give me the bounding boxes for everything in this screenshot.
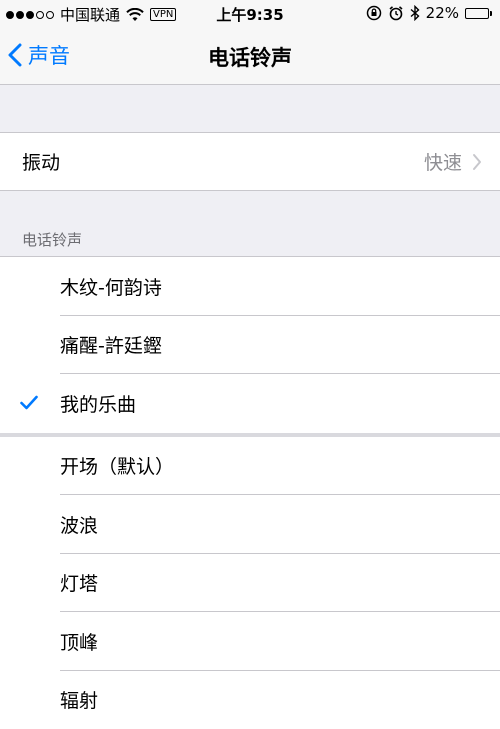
battery-icon [465, 8, 492, 19]
builtin-ringtones: 开场（默认） 波浪灯塔顶峰辐射 [0, 437, 500, 729]
ringtone-label: 木纹-何韵诗 [60, 273, 162, 300]
ringtone-label: 开场（默认） [60, 452, 174, 479]
ringtone-item[interactable]: 木纹-何韵诗 [0, 257, 500, 316]
section-header-ringtones: 电话铃声 [22, 229, 82, 250]
ringtone-item[interactable]: 灯塔 [0, 554, 500, 613]
ringtone-item[interactable]: 波浪 [0, 495, 500, 554]
status-left: 中国联通 VPN [6, 4, 176, 25]
vibration-value: 快速 [424, 148, 482, 175]
orientation-lock-icon [366, 5, 382, 21]
purchased-ringtones: 木纹-何韵诗痛醒-許廷鏗我的乐曲 [0, 257, 500, 433]
ringtone-label: 波浪 [60, 511, 98, 538]
signal-strength-icon [6, 11, 54, 19]
status-right: 22% [366, 4, 492, 22]
vibration-value-text: 快速 [424, 148, 462, 175]
vibration-row[interactable]: 振动 快速 [0, 132, 500, 191]
vpn-badge: VPN [150, 8, 176, 21]
ringtone-list: 木纹-何韵诗痛醒-許廷鏗我的乐曲 开场（默认） 波浪灯塔顶峰辐射 [0, 256, 500, 729]
ringtone-item[interactable]: 辐射 [0, 671, 500, 729]
checkmark-icon [20, 395, 38, 410]
page-title: 电话铃声 [0, 42, 500, 72]
battery-percentage: 22% [426, 4, 459, 22]
ringtone-item[interactable]: 顶峰 [0, 612, 500, 671]
alarm-icon [388, 5, 404, 21]
ringtone-label: 顶峰 [60, 628, 98, 655]
ringtone-label: 辐射 [60, 686, 98, 713]
ringtone-label: 灯塔 [60, 569, 98, 596]
ringtone-label: 我的乐曲 [60, 390, 136, 417]
status-bar: 中国联通 VPN 上午9:35 22% [0, 0, 500, 28]
vibration-label: 振动 [22, 148, 60, 175]
ringtone-item[interactable]: 开场（默认） [0, 437, 500, 496]
ringtone-item[interactable]: 我的乐曲 [0, 374, 500, 433]
bluetooth-icon [410, 5, 420, 21]
ringtone-item[interactable]: 痛醒-許廷鏗 [0, 316, 500, 375]
chevron-right-icon [472, 153, 482, 171]
ringtone-label: 痛醒-許廷鏗 [60, 331, 162, 358]
wifi-icon [126, 8, 144, 22]
carrier-name: 中国联通 [60, 4, 120, 25]
navigation-bar: 声音 电话铃声 [0, 28, 500, 85]
